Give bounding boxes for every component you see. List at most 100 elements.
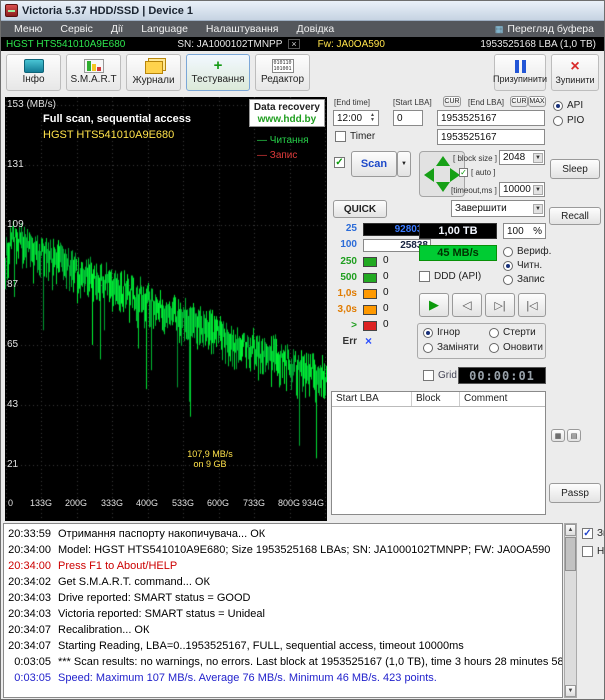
- scan-dropdown-button[interactable]: ▼: [397, 151, 411, 177]
- sound-checkbox-box[interactable]: ✓: [582, 528, 593, 539]
- mode-read-radio-circle[interactable]: [503, 261, 513, 271]
- pio-radio-circle[interactable]: [553, 116, 563, 126]
- hints-checkbox[interactable]: Hints: [582, 546, 605, 557]
- counter-swatch-3s: [363, 305, 377, 315]
- mode-read-radio[interactable]: Читн.: [503, 260, 542, 271]
- grid-checkbox[interactable]: Grid: [423, 370, 457, 381]
- end-cur-button[interactable]: CUR: [510, 96, 528, 107]
- finish-select[interactable]: Завершити▼: [451, 200, 545, 217]
- action-erase-radio[interactable]: Стерти: [489, 327, 536, 338]
- action-replace-radio[interactable]: Заміняти: [423, 342, 479, 353]
- log-scrollbar[interactable]: ▲ ▼: [564, 523, 577, 698]
- x-tick: 934G: [302, 498, 324, 508]
- scrollbar-thumb[interactable]: [565, 537, 576, 571]
- buffer-view-icon: ▦: [495, 24, 504, 35]
- auto-checkbox[interactable]: ✓ [ auto ]: [459, 168, 495, 177]
- start-cur-button[interactable]: CUR: [443, 96, 461, 107]
- api-radio-circle[interactable]: [553, 101, 563, 111]
- action-refresh-radio-circle[interactable]: [489, 343, 499, 353]
- legend-read: — Читання: [257, 135, 309, 146]
- pio-radio[interactable]: PIO: [553, 115, 584, 126]
- mode-verify-radio-circle[interactable]: [503, 247, 513, 257]
- ddd-checkbox-box[interactable]: [419, 271, 430, 282]
- watermark-line2: www.hdd.by: [258, 114, 317, 125]
- menu-item-settings[interactable]: Налаштування: [197, 23, 288, 35]
- chevron-down-icon[interactable]: ▼: [533, 153, 543, 163]
- end-max-button[interactable]: MAX: [528, 96, 546, 107]
- menu-item-service[interactable]: Сервіс: [51, 23, 101, 35]
- action-ignore-label: Ігнор: [437, 327, 460, 338]
- end-time-spinner[interactable]: 12:00 ▲▼: [333, 110, 379, 126]
- pad-up-icon[interactable]: [436, 156, 450, 166]
- counter-label-250: 250: [331, 256, 357, 267]
- auto-checkbox-box[interactable]: ✓: [459, 168, 468, 177]
- mode-write-radio[interactable]: Запис: [503, 274, 545, 285]
- menu-item-actions[interactable]: Дії: [102, 23, 132, 35]
- play-button[interactable]: ▶: [419, 293, 449, 317]
- chevron-down-icon[interactable]: ▼: [533, 204, 543, 214]
- pad-down-icon[interactable]: [436, 182, 450, 192]
- logs-label: Журнали: [132, 75, 174, 86]
- action-refresh-radio[interactable]: Оновити: [489, 342, 543, 353]
- mode-verify-radio[interactable]: Вериф.: [503, 246, 551, 257]
- action-erase-radio-circle[interactable]: [489, 328, 499, 338]
- ddd-checkbox[interactable]: DDD (API): [419, 271, 481, 282]
- end-time-label[interactable]: [End time]: [334, 98, 370, 107]
- scroll-up-icon[interactable]: ▲: [565, 524, 576, 536]
- timer-checkbox[interactable]: Timer: [335, 131, 375, 142]
- action-ignore-radio-circle[interactable]: [423, 328, 433, 338]
- grid-view-small-button[interactable]: ▦: [551, 429, 565, 442]
- log-panel[interactable]: 20:33:59Отримання паспорту накопичувача.…: [3, 523, 563, 698]
- defect-table-header: Start LBA Block Comment: [332, 392, 545, 407]
- test-button[interactable]: + Тестування: [186, 54, 250, 91]
- serial-close-icon[interactable]: ×: [288, 39, 299, 49]
- info-button[interactable]: Інфо: [6, 54, 61, 91]
- start-lba-input[interactable]: 0: [393, 110, 423, 126]
- stop-button[interactable]: × Зупинити: [551, 54, 599, 91]
- counter-value-gt: 0: [383, 319, 389, 330]
- scan-button[interactable]: Scan: [351, 151, 397, 177]
- defect-table[interactable]: Start LBA Block Comment: [331, 391, 546, 515]
- step-back-button[interactable]: ◁: [452, 293, 482, 317]
- timer-lba-input[interactable]: 1953525167: [437, 129, 545, 145]
- logs-button[interactable]: Журнали: [126, 54, 181, 91]
- menu-item-language[interactable]: Language: [132, 23, 197, 35]
- action-replace-radio-circle[interactable]: [423, 343, 433, 353]
- test-label: Тестування: [191, 74, 244, 85]
- pause-button[interactable]: Призупинити: [494, 54, 546, 91]
- smart-button[interactable]: S.M.A.R.T: [66, 54, 121, 91]
- sound-checkbox[interactable]: ✓Звук: [582, 528, 605, 539]
- block-size-select[interactable]: 2048▼: [499, 150, 545, 165]
- menu-item-menu[interactable]: Меню: [5, 23, 51, 35]
- skip-end-button[interactable]: |◁: [518, 293, 546, 317]
- sleep-button[interactable]: Sleep: [550, 159, 600, 179]
- scroll-down-icon[interactable]: ▼: [565, 685, 576, 697]
- list-view-small-button[interactable]: ▤: [567, 429, 581, 442]
- timer-checkbox-box[interactable]: [335, 131, 346, 142]
- passp-button[interactable]: Passp: [549, 483, 601, 503]
- end-lba-input[interactable]: 1953525167: [437, 110, 545, 126]
- timeout-select[interactable]: 10000▼: [499, 182, 545, 197]
- chevron-down-icon[interactable]: ▼: [533, 185, 543, 195]
- menu-item-help[interactable]: Довідка: [288, 23, 344, 35]
- editor-button[interactable]: 010110 101001 Редактор: [255, 54, 310, 91]
- col-comment[interactable]: Comment: [460, 392, 545, 406]
- action-ignore-radio[interactable]: Ігнор: [423, 327, 460, 338]
- end-lba-label[interactable]: [End LBA]: [468, 98, 504, 107]
- start-lba-label[interactable]: [Start LBA]: [393, 98, 432, 107]
- title-bar[interactable]: Victoria 5.37 HDD/SSD | Device 1: [1, 1, 604, 21]
- col-start-lba[interactable]: Start LBA: [332, 392, 412, 406]
- grid-checkbox-box[interactable]: [423, 370, 434, 381]
- recall-button[interactable]: Recall: [549, 207, 601, 225]
- col-block[interactable]: Block: [412, 392, 460, 406]
- scan-ready-checkbox[interactable]: ✓: [334, 157, 345, 168]
- spinner-arrows-icon[interactable]: ▲▼: [370, 113, 375, 123]
- x-tick: 333G: [101, 498, 123, 508]
- buffer-view-button[interactable]: ▦ Перегляд буфера: [495, 23, 600, 35]
- api-radio[interactable]: API: [553, 100, 583, 111]
- step-forward-button[interactable]: ▷|: [485, 293, 515, 317]
- quick-button[interactable]: QUICK: [333, 200, 387, 218]
- mode-write-radio-circle[interactable]: [503, 275, 513, 285]
- hints-checkbox-box[interactable]: [582, 546, 593, 557]
- pad-left-icon[interactable]: [424, 168, 434, 182]
